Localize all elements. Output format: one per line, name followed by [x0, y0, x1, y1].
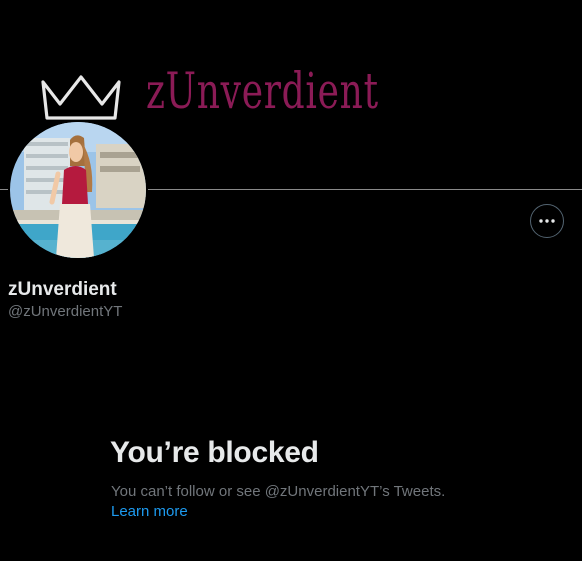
- learn-more-link[interactable]: Learn more: [111, 503, 188, 520]
- more-options-icon: [539, 219, 555, 223]
- blocked-heading: You’re blocked: [110, 436, 319, 469]
- banner-title: zUnverdient: [146, 62, 379, 120]
- avatar-photo: [10, 122, 146, 258]
- avatar[interactable]: [10, 122, 146, 258]
- crown-icon: [41, 75, 121, 120]
- display-name: zUnverdient: [8, 279, 117, 300]
- user-handle: @zUnverdientYT: [8, 303, 123, 320]
- blocked-description: You can’t follow or see @zUnverdientYT’s…: [111, 483, 446, 500]
- more-options-button[interactable]: [530, 204, 564, 238]
